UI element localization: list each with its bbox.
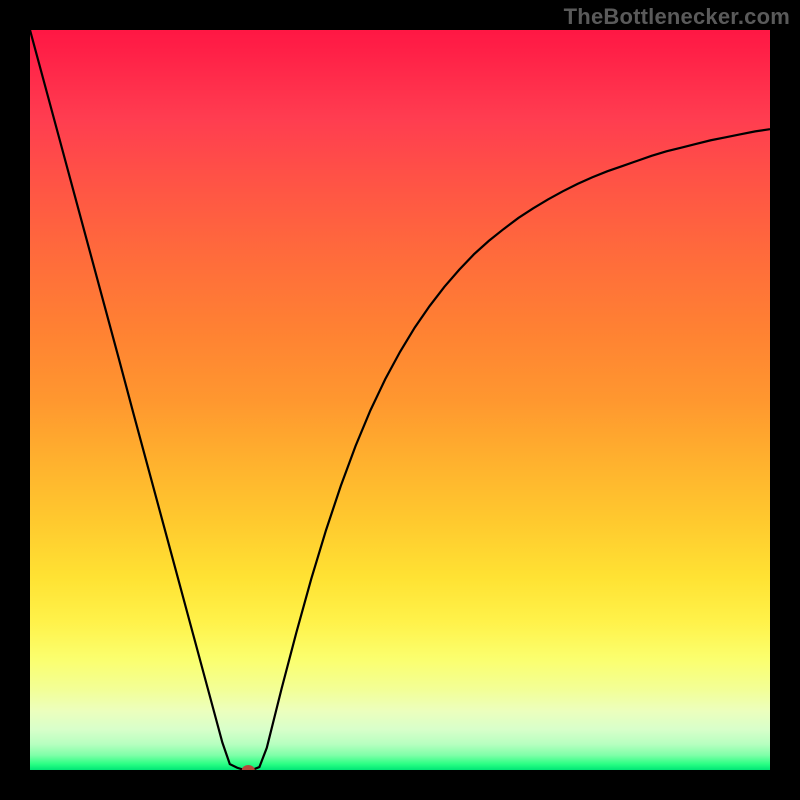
plot-area <box>30 30 770 770</box>
bottleneck-curve <box>30 30 770 770</box>
attribution-label: TheBottlenecker.com <box>564 4 790 30</box>
curve-path <box>30 30 770 770</box>
chart-frame: TheBottlenecker.com <box>0 0 800 800</box>
optimal-point-marker <box>242 765 255 770</box>
